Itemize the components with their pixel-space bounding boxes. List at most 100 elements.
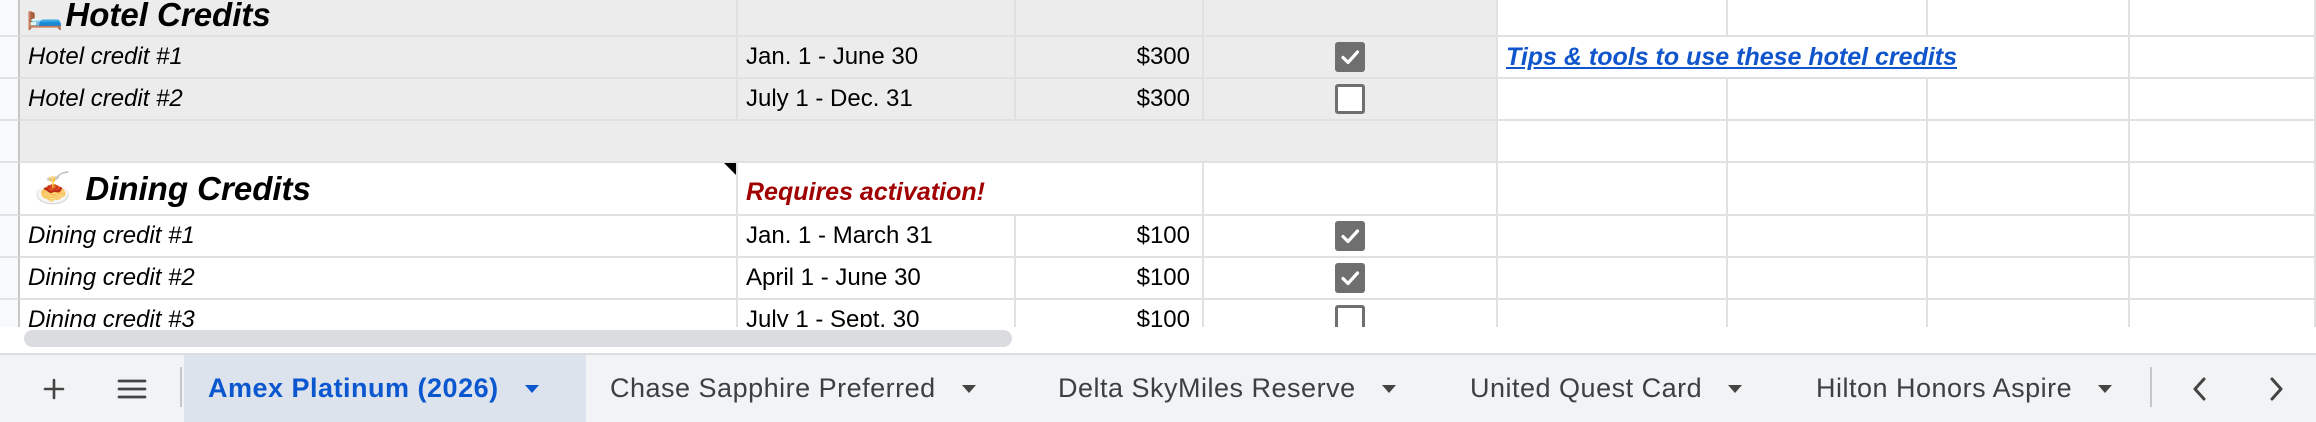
cell[interactable] xyxy=(1498,79,1728,121)
horizontal-scrollbar[interactable] xyxy=(0,327,2316,353)
row-header[interactable] xyxy=(0,258,20,300)
scroll-tabs-left-button[interactable] xyxy=(2170,355,2230,422)
scrollbar-thumb[interactable] xyxy=(24,330,1012,347)
cell[interactable] xyxy=(20,121,738,163)
link-cell[interactable]: Tips & tools to use these hotel credits xyxy=(1498,37,1957,79)
all-sheets-button[interactable] xyxy=(104,355,160,422)
cell[interactable] xyxy=(1728,37,1928,79)
cell[interactable] xyxy=(1928,258,2130,300)
credit-amount: $100 xyxy=(1136,306,1190,327)
credit-amount-cell[interactable]: $300 xyxy=(1016,79,1204,121)
cell[interactable] xyxy=(2130,163,2316,216)
cell[interactable] xyxy=(1928,121,2130,163)
credit-name: Hotel credit #2 xyxy=(28,85,183,112)
credit-amount-cell[interactable]: $100 xyxy=(1016,258,1204,300)
cell[interactable] xyxy=(1728,258,1928,300)
checkbox-cell[interactable] xyxy=(1204,79,1498,121)
cell[interactable] xyxy=(1498,300,1728,327)
credit-dates-cell[interactable]: April 1 - June 30 xyxy=(738,258,1016,300)
row-header[interactable] xyxy=(0,0,20,37)
cell[interactable] xyxy=(1928,300,2130,327)
credit-name-cell[interactable]: Dining credit #1 xyxy=(20,216,738,258)
cell[interactable] xyxy=(1016,121,1204,163)
cell[interactable] xyxy=(2130,121,2316,163)
tab-hilton-honors-aspire[interactable]: Hilton Honors Aspire xyxy=(1792,355,2142,422)
cell[interactable] xyxy=(1204,121,1498,163)
scroll-tabs-right-button[interactable] xyxy=(2246,355,2306,422)
tab-amex-platinum[interactable]: Amex Platinum (2026) xyxy=(184,355,586,422)
dining-section-header-cell[interactable]: 🍝 Dining Credits xyxy=(20,163,738,216)
row-header[interactable] xyxy=(0,37,20,79)
tab-chase-sapphire-preferred[interactable]: Chase Sapphire Preferred xyxy=(586,355,1026,422)
credit-amount-cell[interactable]: $100 xyxy=(1016,300,1204,327)
cell[interactable] xyxy=(1728,79,1928,121)
chevron-right-icon xyxy=(2270,377,2283,400)
cell[interactable] xyxy=(2130,300,2316,327)
row-header[interactable] xyxy=(0,216,20,258)
credit-dates-cell[interactable]: July 1 - Dec. 31 xyxy=(738,79,1016,121)
checkbox-cell[interactable] xyxy=(1204,37,1498,79)
cell[interactable] xyxy=(1928,79,2130,121)
activation-note-cell[interactable]: Requires activation! xyxy=(738,163,1016,216)
chevron-down-icon[interactable] xyxy=(524,384,539,393)
checkbox-cell[interactable] xyxy=(1204,300,1498,327)
credit-dates-cell[interactable]: July 1 - Sept. 30 xyxy=(738,300,1016,327)
tab-label: Amex Platinum (2026) xyxy=(208,373,499,403)
credit-amount-cell[interactable]: $300 xyxy=(1016,37,1204,79)
cell[interactable] xyxy=(1928,0,2130,37)
cell[interactable] xyxy=(2130,216,2316,258)
cell[interactable] xyxy=(1728,216,1928,258)
used-checkbox[interactable] xyxy=(1335,42,1365,72)
chevron-down-icon[interactable] xyxy=(1381,384,1396,393)
cell[interactable] xyxy=(1016,163,1204,216)
cell[interactable] xyxy=(1498,163,1728,216)
used-checkbox[interactable] xyxy=(1335,305,1365,327)
credit-name-cell[interactable]: Dining credit #2 xyxy=(20,258,738,300)
credit-dates-cell[interactable]: Jan. 1 - March 31 xyxy=(738,216,1016,258)
add-sheet-button[interactable] xyxy=(26,355,82,422)
credit-amount-cell[interactable]: $100 xyxy=(1016,216,1204,258)
hotel-section-header-cell[interactable]: 🛏️ Hotel Credits xyxy=(20,0,738,37)
tab-delta-skymiles-reserve[interactable]: Delta SkyMiles Reserve xyxy=(1034,355,1446,422)
cell[interactable] xyxy=(1498,216,1728,258)
cell[interactable] xyxy=(1728,300,1928,327)
cell[interactable] xyxy=(1498,0,1728,37)
credit-dates-cell[interactable]: Jan. 1 - June 30 xyxy=(738,37,1016,79)
cell[interactable] xyxy=(1498,121,1728,163)
row-header[interactable] xyxy=(0,121,20,163)
credit-name-cell[interactable]: Hotel credit #1 xyxy=(20,37,738,79)
cell[interactable] xyxy=(2130,79,2316,121)
chevron-down-icon[interactable] xyxy=(2098,384,2113,393)
credit-name-cell[interactable]: Hotel credit #2 xyxy=(20,79,738,121)
credit-name-cell[interactable]: Dining credit #3 xyxy=(20,300,738,327)
cell[interactable] xyxy=(2130,37,2316,79)
cell[interactable] xyxy=(1928,37,2130,79)
chevron-down-icon[interactable] xyxy=(1728,384,1743,393)
cell[interactable] xyxy=(1728,0,1928,37)
checkbox-cell[interactable] xyxy=(1204,258,1498,300)
cell[interactable] xyxy=(1928,163,2130,216)
checkbox-cell[interactable] xyxy=(1204,216,1498,258)
cell[interactable] xyxy=(1928,216,2130,258)
cell[interactable] xyxy=(2130,258,2316,300)
row-header[interactable] xyxy=(0,79,20,121)
cell[interactable] xyxy=(1498,258,1728,300)
tab-label: Chase Sapphire Preferred xyxy=(610,373,936,403)
used-checkbox[interactable] xyxy=(1335,263,1365,293)
row-header[interactable] xyxy=(0,163,20,216)
cell[interactable] xyxy=(1016,0,1204,37)
cell[interactable] xyxy=(2130,0,2316,37)
cell[interactable] xyxy=(738,0,1016,37)
used-checkbox[interactable] xyxy=(1335,84,1365,114)
cell[interactable] xyxy=(1728,121,1928,163)
cell[interactable] xyxy=(1728,163,1928,216)
cell[interactable] xyxy=(738,121,1016,163)
used-checkbox[interactable] xyxy=(1335,221,1365,251)
tab-united-quest-card[interactable]: United Quest Card xyxy=(1446,355,1792,422)
chevron-down-icon[interactable] xyxy=(961,384,976,393)
cell[interactable] xyxy=(1204,0,1498,37)
comment-indicator[interactable] xyxy=(724,163,736,175)
row-header[interactable] xyxy=(0,300,20,327)
spreadsheet-grid[interactable]: 🛏️ Hotel Credits Hotel credit #1 Jan. 1 … xyxy=(0,0,2316,327)
cell[interactable] xyxy=(1204,163,1498,216)
